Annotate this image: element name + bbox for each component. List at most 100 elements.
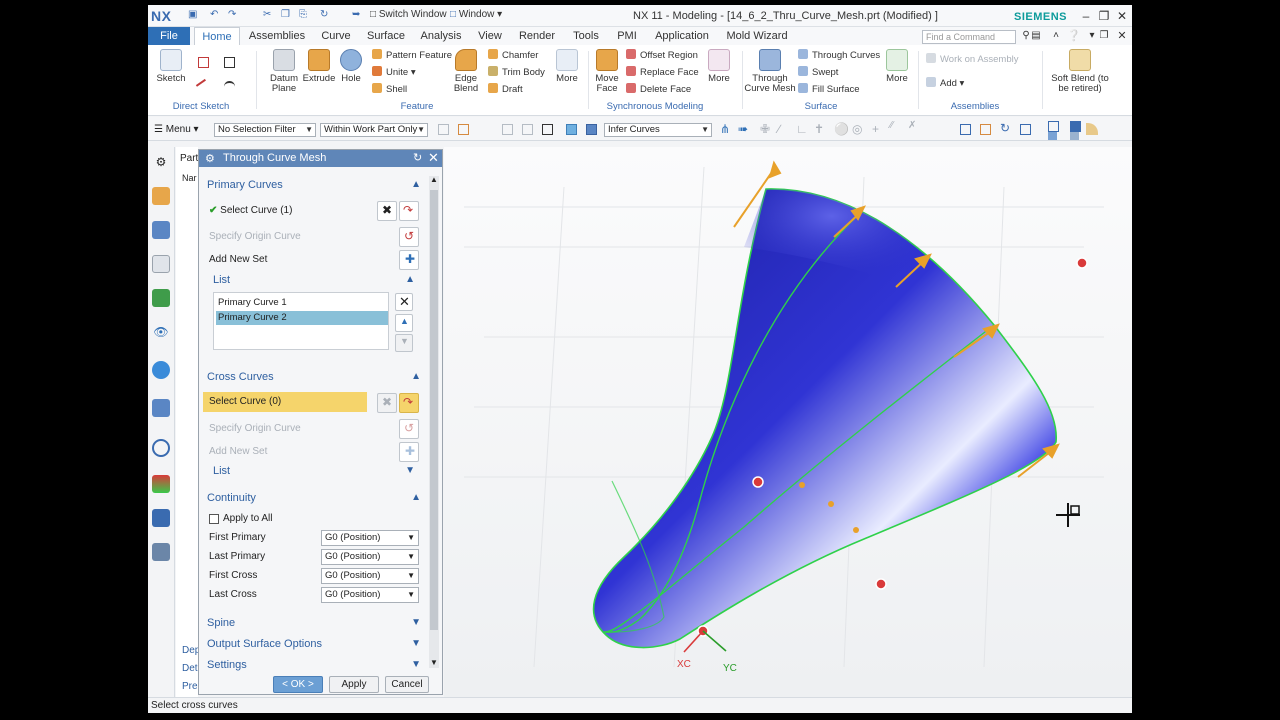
apply-to-all-checkbox[interactable] bbox=[209, 514, 219, 524]
chamfer-button[interactable]: Chamfer bbox=[488, 49, 538, 63]
hole-button[interactable]: Hole bbox=[336, 49, 366, 84]
render-style-icon[interactable] bbox=[1048, 121, 1059, 132]
tab-view[interactable]: View bbox=[474, 27, 506, 45]
cross-curves-section[interactable]: Cross Curves ▲ bbox=[203, 368, 425, 386]
hd3d-tools-icon[interactable] bbox=[152, 361, 170, 379]
snap-point-on-curve-icon[interactable]: ∕∕ bbox=[890, 120, 893, 131]
continuity-section[interactable]: Continuity ▲ bbox=[203, 489, 425, 507]
tab-application[interactable]: Application bbox=[652, 27, 712, 45]
rectangle-icon[interactable] bbox=[224, 57, 235, 68]
minimize-button[interactable]: – bbox=[1078, 8, 1094, 24]
curve-selection-button[interactable]: ↷ bbox=[399, 201, 419, 221]
first-cross-dropdown[interactable]: G0 (Position) ▼ bbox=[321, 568, 419, 584]
zoom-icon[interactable] bbox=[980, 124, 991, 135]
copy-icon[interactable]: ❐ bbox=[281, 9, 290, 23]
snap-arc-center-icon[interactable]: ⚪ bbox=[834, 122, 849, 136]
spine-section[interactable]: Spine ▼ bbox=[203, 614, 425, 632]
undo-icon[interactable]: ↶ bbox=[210, 9, 218, 23]
tab-analysis[interactable]: Analysis bbox=[416, 27, 466, 45]
snap-endpoint-icon[interactable]: ✙ bbox=[760, 122, 770, 136]
manufacturing-wizard-icon[interactable] bbox=[152, 509, 170, 527]
select-feature-icon[interactable] bbox=[438, 124, 449, 135]
tab-mold-wizard[interactable]: Mold Wizard bbox=[724, 27, 790, 45]
tab-surface[interactable]: Surface bbox=[362, 27, 410, 45]
first-primary-dropdown[interactable]: G0 (Position) ▼ bbox=[321, 530, 419, 546]
reuse-library-icon[interactable] bbox=[152, 289, 170, 307]
ok-button[interactable]: < OK > bbox=[273, 676, 323, 693]
repeat-command-icon[interactable]: ↻ bbox=[320, 9, 328, 23]
fit-view-icon[interactable] bbox=[960, 124, 971, 135]
navigator-row[interactable]: Pre bbox=[182, 681, 198, 692]
clock-icon[interactable] bbox=[152, 439, 170, 457]
replace-face-button[interactable]: Replace Face bbox=[626, 66, 699, 80]
switch-window-button[interactable]: □ Switch Window bbox=[370, 9, 447, 23]
last-cross-dropdown[interactable]: G0 (Position) ▼ bbox=[321, 587, 419, 603]
redo-icon[interactable]: ↷ bbox=[228, 9, 236, 23]
cross-select-curve[interactable]: Select Curve (0) bbox=[203, 392, 367, 412]
navigator-row[interactable]: Det bbox=[182, 663, 198, 674]
profile-icon[interactable] bbox=[198, 57, 209, 68]
clip-section-icon[interactable] bbox=[1070, 132, 1079, 140]
more-surface-button[interactable]: More bbox=[882, 49, 912, 84]
list-item[interactable]: Primary Curve 2 bbox=[216, 311, 388, 325]
rectangle-select-icon[interactable] bbox=[542, 124, 553, 135]
move-face-button[interactable]: Move Face bbox=[592, 49, 622, 94]
roles-icon[interactable] bbox=[152, 543, 170, 561]
through-curves-button[interactable]: Through Curves bbox=[798, 49, 880, 63]
last-primary-dropdown[interactable]: G0 (Position) ▼ bbox=[321, 549, 419, 565]
constraint-navigator-icon[interactable] bbox=[152, 255, 170, 273]
process-studio-icon[interactable] bbox=[152, 475, 170, 493]
add-new-set-button[interactable]: ✚ bbox=[399, 250, 419, 270]
cross-add-new-set[interactable]: Add New Set bbox=[203, 442, 425, 462]
move-down-button[interactable]: ▼ bbox=[395, 334, 413, 352]
scroll-down-icon[interactable]: ▼ bbox=[430, 658, 438, 667]
primary-specify-origin-curve[interactable]: Specify Origin Curve bbox=[203, 227, 425, 247]
tab-file[interactable]: File bbox=[148, 27, 190, 45]
sketch-button[interactable]: Sketch bbox=[154, 49, 188, 84]
datum-plane-button[interactable]: Datum Plane bbox=[264, 49, 304, 94]
cross-add-new-set-button[interactable]: ✚ bbox=[399, 442, 419, 462]
fill-surface-button[interactable]: Fill Surface bbox=[798, 83, 860, 97]
move-up-button[interactable]: ▲ bbox=[395, 314, 413, 332]
draft-button[interactable]: Draft bbox=[488, 83, 523, 97]
orient-view-icon[interactable] bbox=[1020, 124, 1031, 135]
scrollbar-thumb[interactable] bbox=[430, 190, 438, 630]
help-icon[interactable]: ❔ bbox=[1066, 28, 1082, 44]
find-command-input[interactable]: Find a Command bbox=[922, 30, 1016, 44]
deselect-cross-button[interactable]: ✖ bbox=[377, 393, 397, 413]
line-icon[interactable] bbox=[195, 78, 212, 95]
web-browser-icon[interactable] bbox=[152, 399, 170, 417]
output-surface-options-section[interactable]: Output Surface Options ▼ bbox=[203, 635, 425, 653]
edge-blend-button[interactable]: Edge Blend bbox=[448, 49, 484, 94]
primary-list-section[interactable]: List ▲ bbox=[209, 271, 419, 289]
swept-button[interactable]: Swept bbox=[798, 66, 838, 80]
primary-curves-section[interactable]: Primary Curves ▲ bbox=[203, 176, 425, 194]
shaded-icon[interactable] bbox=[1070, 121, 1081, 132]
snap-point-on-face-icon[interactable]: ✗ bbox=[908, 120, 916, 131]
cross-curve-selection-button[interactable]: ↷ bbox=[399, 393, 419, 413]
selection-filter-dropdown[interactable]: No Selection Filter ▼ bbox=[214, 123, 316, 137]
graphics-viewport[interactable]: XC YC bbox=[444, 147, 1132, 697]
unite-button[interactable]: Unite ▾ bbox=[372, 66, 416, 80]
delete-face-button[interactable]: Delete Face bbox=[626, 83, 691, 97]
ribbon-options-icon[interactable]: ▤ bbox=[1028, 28, 1044, 44]
arc-icon[interactable] bbox=[224, 81, 235, 92]
add-component-button[interactable]: Add ▾ bbox=[926, 77, 964, 91]
remove-item-button[interactable]: ✕ bbox=[395, 293, 413, 311]
part-navigator-icon[interactable] bbox=[152, 187, 170, 205]
snap-midpoint-icon[interactable]: ∕ bbox=[778, 122, 780, 136]
primary-add-new-set[interactable]: Add New Set bbox=[203, 250, 425, 270]
more-feature-button[interactable]: More bbox=[552, 49, 582, 84]
selection-scope-dropdown[interactable]: Within Work Part Only ▼ bbox=[320, 123, 428, 137]
save-icon[interactable]: ▣ bbox=[188, 9, 197, 23]
extrude-button[interactable]: Extrude bbox=[302, 49, 336, 84]
snap-existing-point-icon[interactable]: + bbox=[872, 122, 879, 136]
collapse-ribbon-icon[interactable]: ˄ bbox=[1048, 28, 1064, 44]
restore-button[interactable]: ❐ bbox=[1096, 8, 1112, 24]
cancel-button[interactable]: Cancel bbox=[385, 676, 429, 693]
settings-section[interactable]: Settings ▼ bbox=[203, 656, 425, 674]
close-icon[interactable]: ✕ bbox=[428, 150, 439, 166]
highlight-icon[interactable] bbox=[566, 124, 577, 135]
select-group-icon[interactable] bbox=[522, 124, 533, 135]
gear-icon[interactable]: ⚙ bbox=[152, 153, 170, 171]
